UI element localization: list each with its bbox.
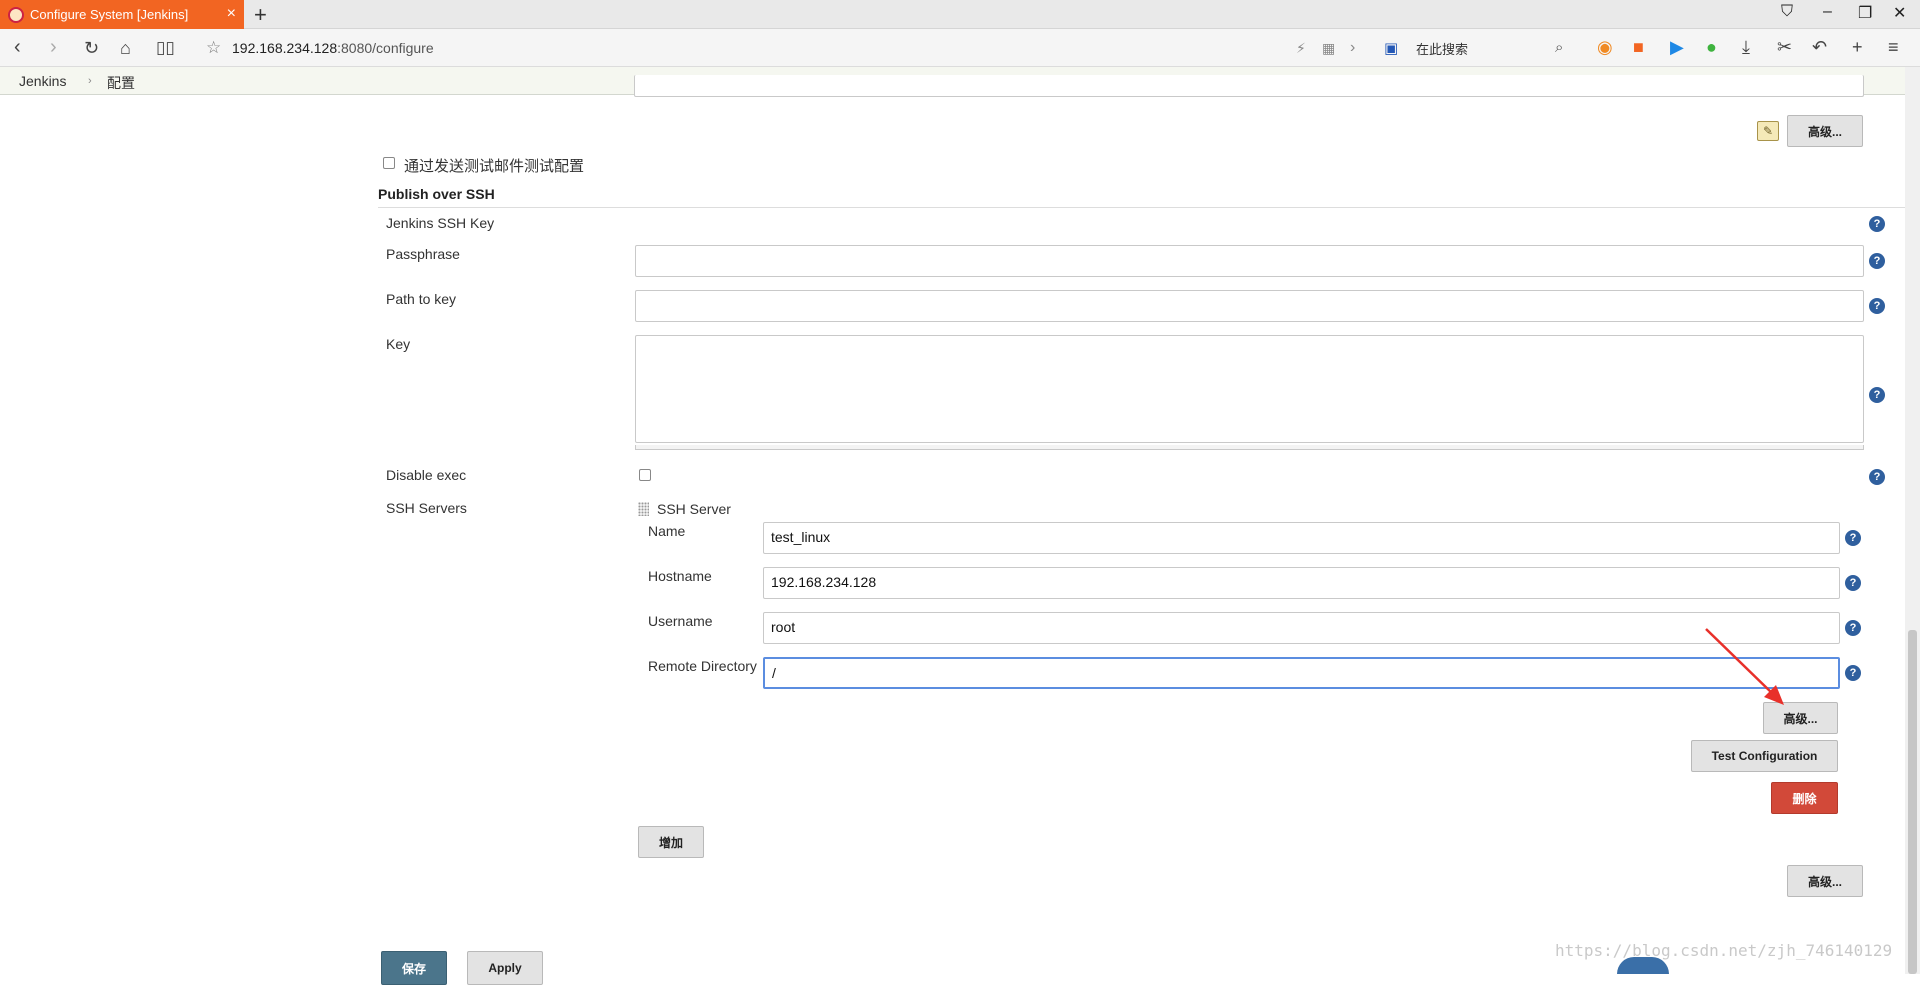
hostname-label: Hostname: [648, 568, 712, 584]
username-label: Username: [648, 613, 713, 629]
passphrase-field[interactable]: [635, 245, 1864, 277]
vertical-scrollbar[interactable]: [1905, 67, 1920, 974]
notepad-icon[interactable]: ✎: [1757, 121, 1779, 141]
key-label: Key: [386, 336, 411, 352]
undo-icon[interactable]: ↶: [1812, 37, 1827, 58]
help-icon[interactable]: ?: [1845, 665, 1861, 681]
ssh-advanced-button[interactable]: 高级...: [1787, 865, 1863, 897]
floating-globe-icon[interactable]: [1617, 957, 1669, 974]
address-bar: ‹ › ↻ ⌂ ▯▯ ☆ 192.168.234.128:8080/config…: [0, 29, 1920, 67]
path-to-key-label: Path to key: [386, 291, 457, 307]
disable-exec-checkbox[interactable]: [639, 469, 651, 481]
path-to-key-field[interactable]: [635, 290, 1864, 322]
flash-icon[interactable]: ⚡: [1296, 40, 1306, 57]
new-tab-icon[interactable]: +: [254, 2, 267, 28]
name-field[interactable]: test_linux: [763, 522, 1840, 554]
back-icon[interactable]: ‹: [14, 36, 21, 59]
add-icon[interactable]: +: [1852, 37, 1863, 58]
scrollbar-thumb[interactable]: [1908, 630, 1917, 974]
menu-icon[interactable]: ≡: [1888, 37, 1899, 58]
window-close-icon[interactable]: ✕: [1893, 3, 1906, 23]
tab-title: Configure System [Jenkins]: [30, 7, 189, 22]
section-divider: [378, 207, 1905, 208]
help-icon[interactable]: ?: [1845, 530, 1861, 546]
home-icon[interactable]: ⌂: [120, 38, 131, 59]
annotation-arrow: [1705, 628, 1784, 705]
advanced-button-top[interactable]: 高级...: [1787, 115, 1863, 147]
help-icon[interactable]: ?: [1869, 253, 1885, 269]
previous-field[interactable]: [634, 75, 1864, 97]
jenkins-favicon-icon: [8, 6, 24, 23]
configure-form: ✎ 高级... 通过发送测试邮件测试配置 Publish over SSH Je…: [0, 75, 1905, 985]
star-icon[interactable]: ☆: [206, 38, 221, 58]
help-icon[interactable]: ?: [1845, 620, 1861, 636]
apply-button[interactable]: Apply: [467, 951, 543, 985]
reader-icon[interactable]: ▯▯: [156, 38, 175, 58]
delete-server-button[interactable]: 删除: [1771, 782, 1838, 814]
scissors-icon[interactable]: ✂: [1777, 37, 1792, 58]
minimize-icon[interactable]: –: [1823, 3, 1832, 21]
download-icon[interactable]: ⤓: [1742, 37, 1750, 58]
chevron-right-icon[interactable]: ›: [1350, 39, 1355, 57]
refresh-icon[interactable]: ↻: [84, 38, 99, 59]
help-icon[interactable]: ?: [1869, 387, 1885, 403]
browser-tab[interactable]: Configure System [Jenkins] ×: [0, 0, 244, 29]
help-icon[interactable]: ?: [1845, 575, 1861, 591]
video-icon[interactable]: ■: [1633, 37, 1644, 58]
ssh-servers-label: SSH Servers: [386, 500, 467, 516]
disable-exec-label: Disable exec: [386, 467, 467, 483]
breadcrumb-separator-icon: ›: [88, 75, 92, 87]
qrcode-icon[interactable]: ▦: [1322, 40, 1335, 57]
hostname-field[interactable]: 192.168.234.128: [763, 567, 1840, 599]
breadcrumb-current[interactable]: 配置: [107, 73, 135, 93]
remote-directory-label: Remote Directory: [648, 658, 757, 674]
watermark: https://blog.csdn.net/zjh_746140129: [1555, 941, 1893, 960]
key-textarea[interactable]: [635, 335, 1864, 443]
test-mail-checkbox[interactable]: [383, 157, 395, 169]
browser-tab-bar: Configure System [Jenkins] × + ⛉ – ❐ ✕: [0, 0, 1920, 29]
help-icon[interactable]: ?: [1869, 298, 1885, 314]
url-path: :8080/configure: [337, 40, 434, 56]
section-title-publish-over-ssh: Publish over SSH: [378, 186, 495, 202]
search-icon[interactable]: ⌕: [1555, 39, 1563, 56]
name-label: Name: [648, 523, 686, 539]
url-field[interactable]: 192.168.234.128:8080/configure: [232, 40, 434, 56]
help-icon[interactable]: ?: [1869, 469, 1885, 485]
textarea-resize-handle[interactable]: [635, 445, 1864, 450]
game-icon[interactable]: ◉: [1597, 37, 1613, 58]
ssh-server-title: SSH Server: [657, 501, 731, 517]
test-configuration-button[interactable]: Test Configuration: [1691, 740, 1838, 772]
save-button[interactable]: 保存: [381, 951, 447, 985]
username-field[interactable]: root: [763, 612, 1840, 644]
jenkins-ssh-key-label: Jenkins SSH Key: [386, 215, 495, 231]
remote-directory-field[interactable]: /: [763, 657, 1840, 689]
url-host: 192.168.234.128: [232, 40, 338, 56]
breadcrumb-jenkins[interactable]: Jenkins: [19, 73, 66, 89]
wechat-icon[interactable]: ●: [1706, 37, 1717, 58]
tab-close-icon[interactable]: ×: [227, 5, 236, 23]
restore-icon[interactable]: ❐: [1858, 3, 1872, 23]
test-mail-label: 通过发送测试邮件测试配置: [404, 158, 585, 175]
shirt-skin-icon[interactable]: ⛉: [1781, 3, 1793, 21]
add-server-button[interactable]: 增加: [638, 826, 704, 858]
help-icon[interactable]: ?: [1869, 216, 1885, 232]
play-icon[interactable]: ▶: [1670, 37, 1684, 58]
drag-handle-icon[interactable]: [638, 502, 649, 516]
search-input[interactable]: 在此搜索: [1416, 39, 1608, 58]
baidu-search-engine-icon[interactable]: ▣: [1384, 39, 1398, 57]
forward-icon[interactable]: ›: [50, 36, 57, 59]
passphrase-label: Passphrase: [386, 246, 460, 262]
